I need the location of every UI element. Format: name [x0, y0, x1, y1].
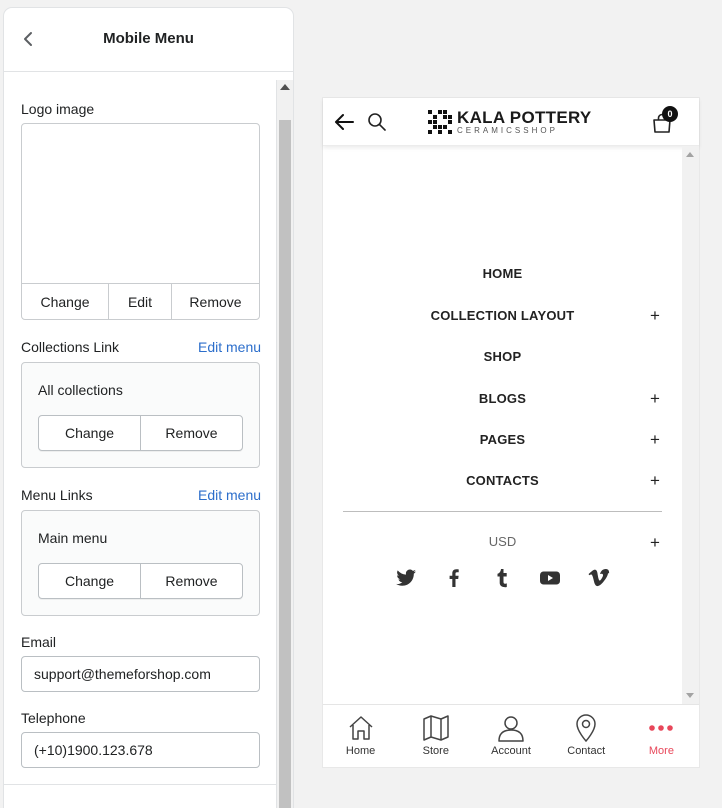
- logo-image-picker[interactable]: Change Edit Remove: [21, 123, 260, 320]
- currency-selector[interactable]: USD +: [323, 534, 682, 554]
- collections-button-group: Change Remove: [38, 415, 243, 451]
- collections-link-box: All collections Change Remove: [21, 362, 260, 468]
- menu-links-label: Menu Links: [21, 487, 93, 503]
- nav-label: More: [648, 745, 674, 757]
- bottom-navigation: Home Store Account Contact More: [323, 704, 699, 767]
- vimeo-icon[interactable]: [586, 566, 610, 590]
- panel-title: Mobile Menu: [103, 30, 194, 47]
- menu-links-remove-button[interactable]: Remove: [140, 564, 242, 598]
- facebook-icon[interactable]: [442, 566, 466, 590]
- nav-label: Home: [345, 745, 376, 757]
- nav-item-contact[interactable]: Contact: [549, 705, 624, 767]
- brand-name: KALA POTTERY: [457, 108, 592, 127]
- expand-plus-icon[interactable]: +: [650, 307, 660, 325]
- logo-image-label: Logo image: [21, 101, 95, 117]
- menu-item-label: COLLECTION LAYOUT: [430, 308, 575, 323]
- menu-item-shop[interactable]: SHOP: [323, 346, 682, 370]
- nav-label: Store: [422, 745, 449, 757]
- nav-label: Account: [491, 745, 531, 757]
- collections-change-button[interactable]: Change: [39, 416, 140, 450]
- menu-links-change-button[interactable]: Change: [39, 564, 140, 598]
- brand-logo[interactable]: KALA POTTERY CERAMICSSHOP: [428, 109, 592, 135]
- logo-actions: Change Edit Remove: [22, 283, 259, 319]
- logo-edit-button[interactable]: Edit: [108, 284, 171, 319]
- nav-item-home[interactable]: Home: [323, 705, 398, 767]
- telephone-label: Telephone: [21, 710, 86, 726]
- panel-divider: [4, 784, 277, 785]
- nav-item-store[interactable]: Store: [398, 705, 473, 767]
- settings-panel: Mobile Menu Logo image Change Edit Remov…: [4, 8, 293, 808]
- tumblr-icon[interactable]: [490, 566, 514, 590]
- cart-count-badge: 0: [662, 106, 678, 122]
- menu-divider: [343, 511, 662, 512]
- collections-edit-menu-link[interactable]: Edit menu: [198, 339, 261, 355]
- menu-links-box: Main menu Change Remove: [21, 510, 260, 616]
- mobile-preview: KALA POTTERY CERAMICSSHOP 0 HOME COLLECT…: [323, 98, 699, 767]
- menu-links-edit-menu-link[interactable]: Edit menu: [198, 487, 261, 503]
- nav-item-more[interactable]: More: [624, 705, 699, 767]
- menu-links-button-group: Change Remove: [38, 563, 243, 599]
- menu-item-pages[interactable]: PAGES +: [323, 429, 682, 453]
- menu-item-label: SHOP: [483, 349, 522, 364]
- nav-item-account[interactable]: Account: [473, 705, 548, 767]
- search-icon[interactable]: [367, 112, 387, 132]
- logo-remove-button[interactable]: Remove: [171, 284, 259, 319]
- logo-change-button[interactable]: Change: [22, 284, 108, 319]
- menu-item-label: HOME: [482, 266, 523, 281]
- brand-subtitle: CERAMICSSHOP: [457, 126, 558, 135]
- expand-plus-icon[interactable]: +: [650, 390, 660, 408]
- menu-item-label: PAGES: [479, 432, 526, 447]
- scroll-up-arrow-icon[interactable]: [280, 84, 290, 90]
- panel-scrollbar[interactable]: [277, 80, 293, 808]
- user-icon: [498, 716, 524, 742]
- youtube-icon[interactable]: [538, 566, 562, 590]
- nav-label: Contact: [567, 745, 606, 757]
- menu-item-home[interactable]: HOME: [323, 263, 682, 287]
- brand-logo-mark-icon: [428, 110, 452, 134]
- email-label: Email: [21, 634, 57, 650]
- arrow-left-icon[interactable]: [332, 110, 356, 134]
- map-icon: [423, 715, 449, 741]
- currency-label: USD: [488, 534, 517, 549]
- menu-item-label: BLOGS: [478, 391, 527, 406]
- menu-item-label: CONTACTS: [466, 473, 539, 488]
- mobile-header: KALA POTTERY CERAMICSSHOP 0: [323, 98, 699, 146]
- menu-item-collection-layout[interactable]: COLLECTION LAYOUT +: [323, 305, 682, 329]
- menu-item-contacts[interactable]: CONTACTS +: [323, 470, 682, 494]
- scroll-down-arrow-icon[interactable]: [686, 693, 694, 698]
- twitter-icon[interactable]: [394, 566, 418, 590]
- email-field[interactable]: support@themeforshop.com: [21, 656, 260, 692]
- home-icon: [349, 716, 373, 740]
- scroll-up-arrow-icon[interactable]: [686, 152, 694, 157]
- menu-item-blogs[interactable]: BLOGS +: [323, 388, 682, 412]
- panel-body: Logo image Change Edit Remove Collection…: [4, 80, 277, 808]
- telephone-field[interactable]: (+10)1900.123.678: [21, 732, 260, 768]
- preview-scrollbar[interactable]: [682, 146, 699, 704]
- collections-remove-button[interactable]: Remove: [140, 416, 242, 450]
- expand-plus-icon[interactable]: +: [650, 431, 660, 449]
- more-dots-icon: [649, 725, 674, 731]
- expand-plus-icon[interactable]: +: [650, 472, 660, 490]
- scroll-thumb[interactable]: [279, 120, 291, 808]
- expand-plus-icon[interactable]: +: [650, 534, 660, 552]
- collections-link-label: Collections Link: [21, 339, 120, 355]
- collections-link-value: All collections: [38, 382, 123, 398]
- location-pin-icon: [576, 714, 596, 743]
- panel-header: Mobile Menu: [4, 8, 293, 72]
- social-links: [393, 566, 613, 590]
- menu-links-value: Main menu: [38, 530, 108, 546]
